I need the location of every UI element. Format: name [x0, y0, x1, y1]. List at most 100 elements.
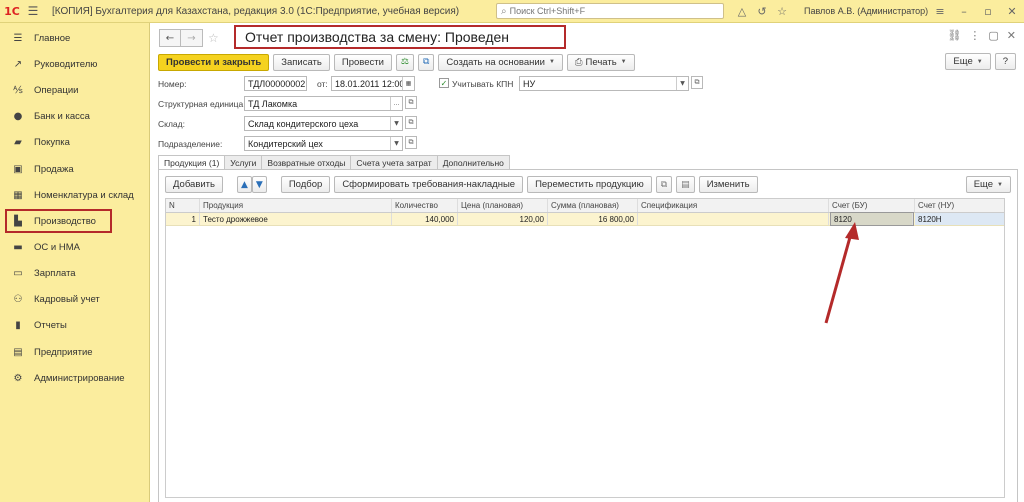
- number-field[interactable]: [244, 76, 307, 91]
- tab-waste[interactable]: Возвратные отходы: [261, 155, 352, 169]
- move-products-button[interactable]: Переместить продукцию: [527, 176, 652, 193]
- restore-icon[interactable]: ▫: [976, 5, 1000, 18]
- sidebar-item-manager[interactable]: ↗ Руководителю: [0, 51, 149, 77]
- warehouse-field[interactable]: ▼: [244, 116, 403, 131]
- col-product[interactable]: Продукция: [200, 199, 392, 212]
- salary-icon: ▭: [13, 268, 23, 280]
- col-n[interactable]: N: [166, 199, 200, 212]
- favorite-star-icon[interactable]: ☆: [208, 31, 219, 45]
- arrow-left-icon: ←: [165, 32, 175, 44]
- post-button[interactable]: Провести: [333, 53, 392, 71]
- copy-button[interactable]: ⧉: [655, 176, 673, 193]
- number-input[interactable]: [245, 78, 306, 89]
- history-icon[interactable]: ↺: [752, 5, 772, 18]
- move-down-button[interactable]: ▼: [251, 176, 267, 193]
- add-button[interactable]: Добавить: [165, 176, 223, 193]
- unit-field[interactable]: …: [244, 96, 403, 111]
- col-qty[interactable]: Количество: [392, 199, 458, 212]
- cell-n[interactable]: 1: [166, 213, 200, 225]
- sidebar-item-sales[interactable]: ▣ Продажа: [0, 156, 149, 182]
- panel-more-button[interactable]: Еще ▼: [965, 176, 1011, 193]
- change-button[interactable]: Изменить: [698, 176, 758, 193]
- col-sum[interactable]: Сумма (плановая): [548, 199, 638, 212]
- back-button[interactable]: ←: [159, 29, 181, 47]
- tab-products[interactable]: Продукция (1): [158, 155, 226, 170]
- sidebar-item-production[interactable]: ▙ Производство: [5, 209, 112, 234]
- tab-services[interactable]: Услуги: [224, 155, 263, 169]
- cell-account-nu[interactable]: 8120Н: [915, 213, 1004, 225]
- col-account-nu[interactable]: Счет (НУ): [915, 199, 1004, 212]
- sidebar-item-main[interactable]: ☰ Главное: [0, 25, 149, 51]
- sidebar-item-operations[interactable]: ⅍ Операции: [0, 77, 149, 103]
- sidebar-item-reports[interactable]: ▮ Отчеты: [0, 313, 149, 339]
- hamburger-menu-icon[interactable]: ☰: [24, 4, 42, 18]
- form-requests-button[interactable]: Сформировать требования-накладные: [334, 176, 524, 193]
- cell-sum[interactable]: 16 800,00: [548, 213, 638, 225]
- create-based-button[interactable]: Создать на основании ▼: [438, 53, 563, 71]
- dt-kt-button[interactable]: ⚖: [395, 53, 414, 71]
- paste-button[interactable]: ▤: [676, 176, 695, 193]
- chevron-down-icon[interactable]: ▼: [390, 137, 402, 150]
- col-price[interactable]: Цена (плановая): [458, 199, 548, 212]
- restore-window-icon[interactable]: ▢: [988, 29, 998, 42]
- kpn-checkbox[interactable]: ✓: [439, 78, 449, 88]
- selection-button[interactable]: Подбор: [280, 176, 331, 193]
- close-form-icon[interactable]: ✕: [1007, 29, 1016, 42]
- sidebar-item-nomenclature[interactable]: ▦ Номенклатура и склад: [0, 182, 149, 208]
- move-up-button[interactable]: ▲: [237, 176, 252, 193]
- date-field[interactable]: ▦: [331, 76, 415, 91]
- minimize-icon[interactable]: –: [952, 5, 976, 18]
- division-input[interactable]: [245, 138, 390, 149]
- star-icon[interactable]: ☆: [772, 5, 792, 18]
- sidebar-item-hr[interactable]: ⚇ Кадровый учет: [0, 287, 149, 313]
- structure-button[interactable]: ⧉: [417, 53, 435, 71]
- cell-spec[interactable]: [638, 213, 829, 225]
- global-search[interactable]: ⌕: [496, 3, 724, 19]
- unit-input[interactable]: [245, 98, 390, 109]
- tab-additional[interactable]: Дополнительно: [436, 155, 510, 169]
- document-title: Отчет производства за смену: Проведен: [234, 25, 566, 49]
- kpn-select[interactable]: ▼: [519, 76, 689, 91]
- post-and-close-button[interactable]: Провести и закрыть: [158, 53, 270, 71]
- printer-icon: ⎙: [574, 56, 583, 68]
- search-input[interactable]: [509, 6, 723, 16]
- help-button[interactable]: ?: [994, 53, 1016, 70]
- settings-menu-icon[interactable]: ≡: [928, 5, 952, 18]
- col-account-bu[interactable]: Счет (БУ): [829, 199, 915, 212]
- warehouse-input[interactable]: [245, 118, 390, 129]
- ellipsis-icon[interactable]: …: [390, 97, 402, 110]
- print-button[interactable]: ⎙ Печать ▼: [566, 53, 635, 71]
- chevron-down-icon[interactable]: ▼: [390, 117, 402, 130]
- cell-qty[interactable]: 140,000: [392, 213, 458, 225]
- sidebar-item-purchase[interactable]: ▰ Покупка: [0, 130, 149, 156]
- cell-product[interactable]: Тесто дрожжевое: [200, 213, 392, 225]
- date-input[interactable]: [332, 78, 402, 89]
- bell-icon[interactable]: △: [732, 5, 752, 18]
- more-vertical-icon[interactable]: ⋮: [969, 29, 980, 42]
- sidebar-item-fixed-assets[interactable]: ▬ ОС и НМА: [0, 234, 149, 260]
- calendar-icon[interactable]: ▦: [402, 77, 414, 90]
- tab-cost-accounts[interactable]: Счета учета затрат: [350, 155, 438, 169]
- forward-button[interactable]: →: [181, 29, 203, 47]
- sidebar-item-salary[interactable]: ▭ Зарплата: [0, 261, 149, 287]
- open-division-icon[interactable]: ⧉: [405, 136, 417, 149]
- more-button[interactable]: Еще ▼: [945, 53, 991, 70]
- open-warehouse-icon[interactable]: ⧉: [405, 116, 417, 129]
- cell-account-bu[interactable]: 8120: [830, 212, 914, 226]
- cell-price[interactable]: 120,00: [458, 213, 548, 225]
- link-icon[interactable]: ⛓: [947, 29, 961, 42]
- kpn-input[interactable]: [520, 78, 676, 89]
- division-field[interactable]: ▼: [244, 136, 403, 151]
- table-header: N Продукция Количество Цена (плановая) С…: [166, 199, 1004, 213]
- open-icon[interactable]: ⧉: [691, 76, 703, 89]
- current-user[interactable]: Павлов А.В. (Администратор): [804, 6, 928, 16]
- open-unit-icon[interactable]: ⧉: [405, 96, 417, 109]
- sidebar-item-enterprise[interactable]: ▤ Предприятие: [0, 339, 149, 365]
- table-row[interactable]: 1 Тесто дрожжевое 140,000 120,00 16 800,…: [166, 212, 1004, 226]
- close-icon[interactable]: ✕: [1000, 5, 1024, 18]
- sidebar-item-bank[interactable]: ● Банк и касса: [0, 104, 149, 130]
- col-spec[interactable]: Спецификация: [638, 199, 829, 212]
- save-button[interactable]: Записать: [273, 53, 330, 71]
- sidebar-item-admin[interactable]: ⚙ Администрирование: [0, 365, 149, 391]
- chevron-down-icon[interactable]: ▼: [676, 77, 688, 90]
